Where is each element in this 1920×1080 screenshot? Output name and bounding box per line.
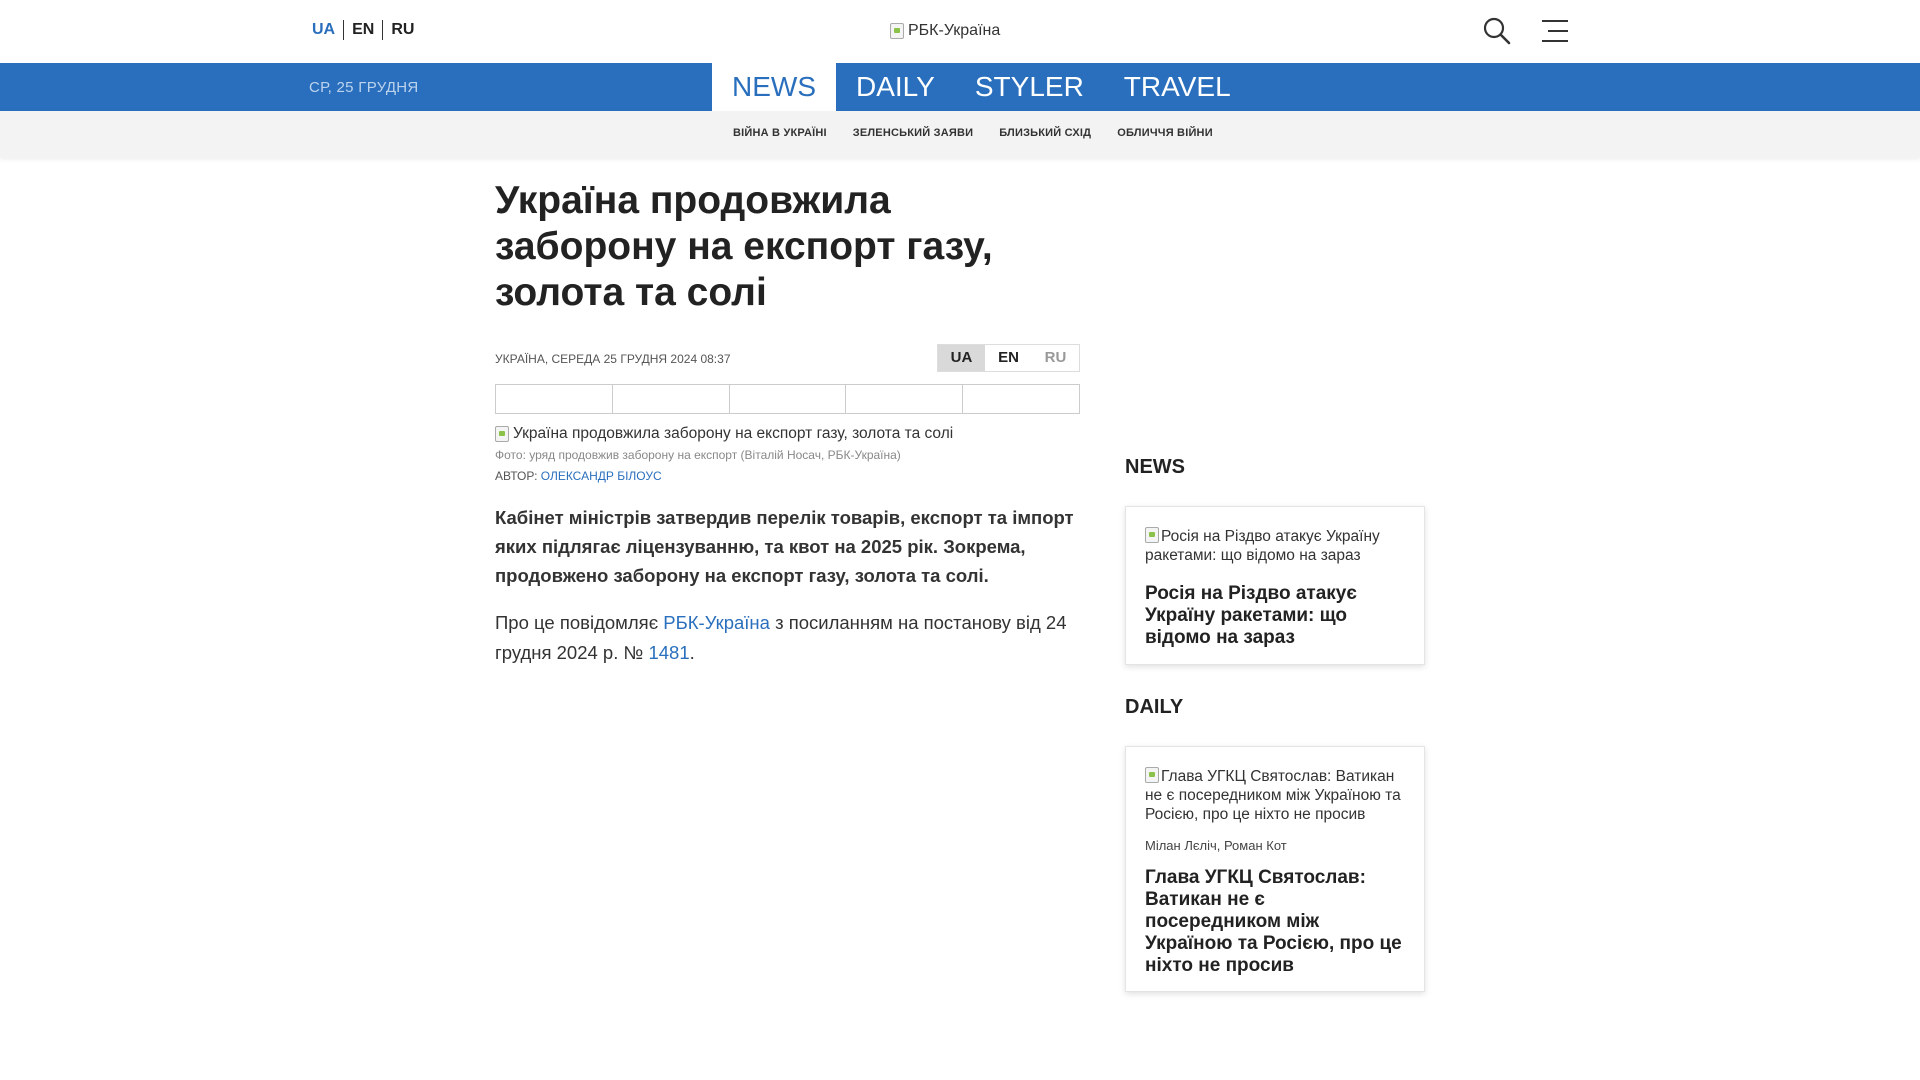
article-author: АВТОР: ОЛЕКСАНДР БІЛОУС (495, 469, 1080, 483)
lang-ru-link[interactable]: RU (382, 20, 422, 40)
article-lang-ua[interactable]: UA (938, 345, 985, 371)
article-lang-ru: RU (1044, 349, 1067, 366)
daily-card-authors: Мілан Лєліч, Роман Кот (1145, 838, 1287, 853)
logo-alt-text: РБК-Україна (908, 22, 1001, 39)
share-button-2[interactable] (611, 385, 729, 413)
search-button[interactable] (1482, 16, 1512, 46)
tab-daily[interactable]: DAILY (836, 63, 955, 111)
section-nav: СР, 25 ГРУДНЯ NEWS DAILY STYLER TRAVEL (0, 63, 1920, 111)
sidebar-daily-heading[interactable]: DAILY (1125, 696, 1183, 719)
sidebar-news-card[interactable]: Росія на Різдво атакує Україну ракетами:… (1125, 506, 1425, 665)
site-language-switch: UA EN RU (312, 20, 422, 40)
topic-war-in-ukraine[interactable]: ВІЙНА В УКРАЇНІ (733, 127, 827, 139)
share-buttons (495, 384, 1080, 414)
article: Україна продовжила заборону на експорт г… (495, 178, 1080, 668)
article-lead: Кабінет міністрів затвердив перелік това… (495, 507, 1074, 586)
top-header: UA EN RU РБК-Україна (0, 0, 1920, 63)
news-card-title[interactable]: Росія на Різдво атакує Україну ракетами:… (1145, 583, 1405, 649)
article-image-alt: Україна продовжила заборону на експорт г… (513, 425, 954, 442)
lang-ua-link[interactable]: UA (312, 20, 343, 40)
search-icon (1483, 17, 1511, 45)
news-card-image: Росія на Різдво атакує Україну ракетами:… (1145, 527, 1405, 565)
news-card-image-alt: Росія на Різдво атакує Україну ракетами:… (1145, 528, 1380, 564)
author-link[interactable]: ОЛЕКСАНДР БІЛОУС (541, 469, 662, 483)
share-button-1[interactable] (496, 385, 612, 413)
share-button-4[interactable] (845, 385, 962, 413)
sidebar-news-heading[interactable]: NEWS (1125, 456, 1185, 479)
share-button-3[interactable] (728, 385, 846, 413)
daily-card-image: Глава УГКЦ Святослав: Ватикан не є посер… (1145, 767, 1405, 824)
resolution-link[interactable]: 1481 (648, 642, 689, 663)
source-link[interactable]: РБК-Україна (663, 612, 770, 633)
share-button-5[interactable] (962, 385, 1079, 413)
sidebar-daily-card[interactable]: Глава УГКЦ Святослав: Ватикан не є посер… (1125, 746, 1425, 992)
article-title: Україна продовжила заборону на експорт г… (495, 179, 993, 314)
menu-button[interactable] (1540, 18, 1570, 44)
tab-travel[interactable]: TRAVEL (1104, 63, 1251, 111)
site-logo[interactable]: РБК-Україна (890, 22, 1000, 40)
article-meta: УКРАЇНА, СЕРЕДА 25 ГРУДНЯ 2024 08:37 (495, 352, 731, 366)
broken-image-icon (495, 426, 509, 442)
current-date: СР, 25 ГРУДНЯ (309, 79, 419, 96)
section-tabs: NEWS DAILY STYLER TRAVEL (712, 63, 1251, 111)
lang-en-link[interactable]: EN (343, 20, 382, 40)
article-meta-row: УКРАЇНА, СЕРЕДА 25 ГРУДНЯ 2024 08:37 UA … (495, 344, 1080, 372)
article-paragraph: Про це повідомляє РБК-Україна з посиланн… (495, 608, 1080, 668)
image-caption: Фото: уряд продовжив заборону на експорт… (495, 448, 901, 462)
topic-faces-of-war[interactable]: ОБЛИЧЧЯ ВІЙНИ (1117, 127, 1213, 139)
author-label: АВТОР: (495, 469, 538, 483)
article-lang-en[interactable]: EN (985, 345, 1032, 371)
daily-card-image-alt: Глава УГКЦ Святослав: Ватикан не є посер… (1145, 768, 1401, 823)
hamburger-menu-icon (1542, 20, 1568, 42)
topic-zelensky-statements[interactable]: ЗЕЛЕНСЬКИЙ ЗАЯВИ (853, 127, 973, 139)
article-language-switch: UA EN RU (937, 344, 1080, 372)
paragraph-text-1: Про це повідомляє (495, 612, 664, 633)
tab-styler[interactable]: STYLER (955, 63, 1104, 111)
paragraph-text-3: . (689, 642, 695, 663)
article-image: Україна продовжила заборону на експорт г… (495, 425, 1080, 443)
topics-nav: ВІЙНА В УКРАЇНІ ЗЕЛЕНСЬКИЙ ЗАЯВИ БЛИЗЬКИ… (0, 111, 1920, 158)
topic-middle-east[interactable]: БЛИЗЬКИЙ СХІД (999, 127, 1091, 139)
broken-image-icon (890, 23, 904, 39)
broken-image-icon (1145, 767, 1159, 783)
broken-image-icon (1145, 527, 1159, 543)
daily-card-title[interactable]: Глава УГКЦ Святослав: Ватикан не є посер… (1145, 867, 1405, 977)
tab-news[interactable]: NEWS (712, 63, 836, 111)
